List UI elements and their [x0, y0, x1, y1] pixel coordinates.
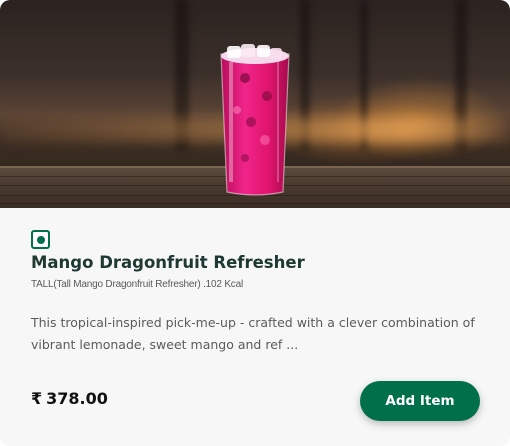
- product-image[interactable]: [0, 0, 510, 208]
- product-title: Mango Dragonfruit Refresher: [31, 253, 305, 272]
- product-price: ₹378.00: [31, 389, 108, 408]
- product-description: This tropical-inspired pick-me-up - craf…: [31, 315, 475, 352]
- veg-indicator-icon: [31, 230, 50, 249]
- drink-glass-illustration: [220, 44, 290, 196]
- currency-symbol: ₹: [31, 389, 43, 408]
- add-item-button[interactable]: Add Item: [360, 381, 480, 421]
- product-size-info: TALL(Tall Mango Dragonfruit Refresher) .…: [31, 279, 243, 290]
- price-value: 378.00: [46, 389, 108, 408]
- product-card: Mango Dragonfruit Refresher TALL(Tall Ma…: [0, 0, 510, 446]
